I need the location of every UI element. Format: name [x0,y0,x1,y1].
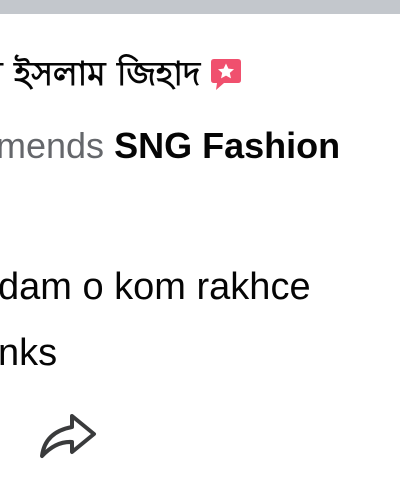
share-button[interactable] [36,410,98,460]
recommend-verb: mends [0,125,105,166]
post-header: ল ইসলাম জিহাদ [0,48,244,100]
review-text-line-1: dam o kom rakhce [0,266,311,308]
recommendation-line: mends SNG Fashion [0,120,340,172]
post-screenshot: ল ইসলাম জিহাদ mends SNG Fashion dam o ko… [0,0,400,500]
star-badge-icon [208,56,244,92]
page-name-link[interactable]: SNG Fashion [114,125,340,166]
share-arrow-icon [40,414,96,458]
review-text-line-2: nks [0,332,58,374]
author-name[interactable]: ল ইসলাম জিহাদ [0,48,200,100]
top-divider-bar [0,0,400,20]
